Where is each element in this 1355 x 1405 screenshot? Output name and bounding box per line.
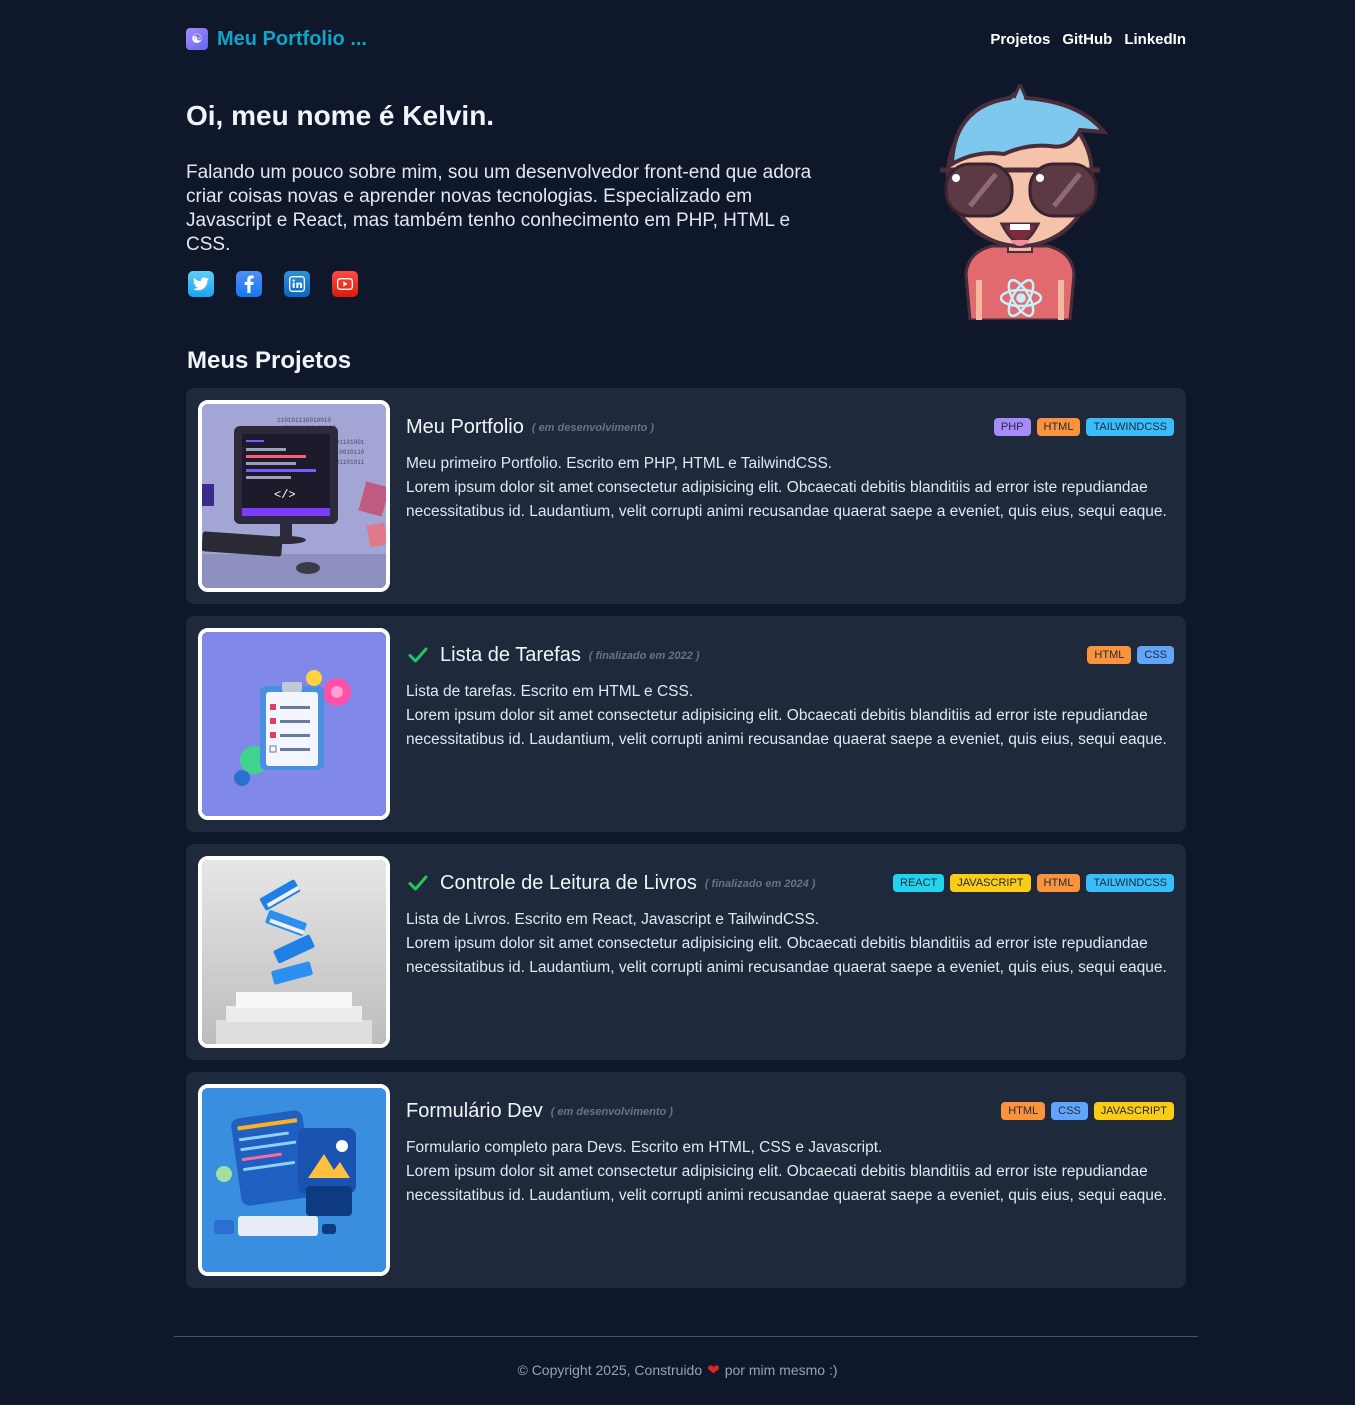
tag-badge: HTML — [1001, 1102, 1046, 1120]
twitter-icon[interactable] — [188, 271, 214, 297]
nav-link-projetos[interactable]: Projetos — [990, 31, 1050, 48]
brand-title: Meu Portfolio ... — [217, 27, 367, 50]
nav-link-github[interactable]: GitHub — [1062, 31, 1112, 48]
facebook-icon[interactable] — [236, 271, 262, 297]
project-description: Lista de tarefas. Escrito em HTML e CSS.… — [406, 683, 1167, 748]
tag-badge: PHP — [993, 418, 1031, 436]
project-card[interactable]: Controle de Leitura de Livros ( finaliza… — [186, 844, 1186, 1060]
footer-credit: por mim mesmo :) — [724, 1362, 838, 1378]
nav-link-linkedin[interactable]: LinkedIn — [1124, 31, 1186, 48]
project-title[interactable]: Controle de Leitura de Livros — [440, 872, 697, 895]
logo-icon: ☯ — [186, 28, 208, 50]
footer: © Copyright 2025, Construido ❤ por mim mes… — [0, 1361, 1355, 1379]
project-thumbnail: 110101110010010 100110101100100 10110100… — [198, 400, 390, 592]
project-card[interactable]: 110101110010010 100110101100100 10110100… — [186, 388, 1186, 604]
check-icon — [408, 647, 428, 663]
tag-badge: CSS — [1051, 1102, 1088, 1120]
project-status: ( em desenvolvimento ) — [531, 422, 655, 434]
project-thumbnail — [198, 856, 390, 1048]
project-card[interactable]: Formulário Dev ( em desenvolvimento ) HT… — [186, 1072, 1186, 1288]
brand-link[interactable]: ☯ Meu Portfolio ... — [186, 28, 367, 51]
tag-badge: HTML — [1036, 418, 1081, 436]
svg-text:</>: </> — [274, 488, 296, 502]
project-title[interactable]: Meu Portfolio — [406, 416, 524, 439]
footer-divider — [174, 1336, 1198, 1337]
project-thumbnail — [198, 628, 390, 820]
project-title[interactable]: Formulário Dev — [406, 1100, 543, 1123]
tag-list: HTML CSS JAVASCRIPT — [1001, 1102, 1174, 1120]
project-description: Meu primeiro Portfolio. Escrito em PHP, … — [406, 455, 1167, 520]
tag-badge: JAVASCRIPT — [1093, 1102, 1174, 1120]
tag-badge: TAILWINDCSS — [1086, 874, 1174, 892]
linkedin-icon[interactable] — [284, 271, 310, 297]
tag-list: REACT JAVASCRIPT HTML TAILWINDCSS — [893, 874, 1174, 892]
project-thumbnail — [198, 1084, 390, 1276]
social-links — [188, 271, 358, 297]
main-nav: Projetos GitHub LinkedIn — [990, 31, 1186, 48]
tag-list: PHP HTML TAILWINDCSS — [993, 418, 1174, 436]
projects-title: Meus Projetos — [187, 347, 352, 374]
project-title[interactable]: Lista de Tarefas — [440, 644, 581, 667]
project-status: ( finalizado em 2022 ) — [588, 650, 700, 662]
tag-badge: HTML — [1087, 646, 1132, 664]
site-header: ☯ Meu Portfolio ... Projetos GitHub Link… — [186, 26, 1186, 52]
tag-badge: REACT — [893, 874, 945, 892]
tag-list: HTML CSS — [1087, 646, 1174, 664]
tag-badge: TAILWINDCSS — [1086, 418, 1174, 436]
avatar-illustration — [940, 84, 1109, 320]
project-description: Formulario completo para Devs. Escrito e… — [406, 1139, 1167, 1204]
heart-icon: ❤ — [707, 1362, 720, 1379]
project-card[interactable]: Lista de Tarefas ( finalizado em 2022 ) … — [186, 616, 1186, 832]
youtube-icon[interactable] — [332, 271, 358, 297]
project-status: ( finalizado em 2024 ) — [704, 878, 816, 890]
copyright-text: © Copyright 2025, Construido — [517, 1362, 703, 1378]
project-status: ( em desenvolvimento ) — [550, 1106, 673, 1118]
hero-title: Oi, meu nome é Kelvin. — [186, 100, 495, 131]
svg-text:110101110010010: 110101110010010 — [277, 417, 331, 424]
check-icon — [408, 875, 428, 891]
tag-badge: JAVASCRIPT — [950, 874, 1031, 892]
tag-badge: CSS — [1137, 646, 1174, 664]
project-description: Lista de Livros. Escrito em React, Javas… — [406, 911, 1167, 976]
tag-badge: HTML — [1036, 874, 1081, 892]
hero-description: Falando um pouco sobre mim, sou um desen… — [186, 162, 812, 255]
